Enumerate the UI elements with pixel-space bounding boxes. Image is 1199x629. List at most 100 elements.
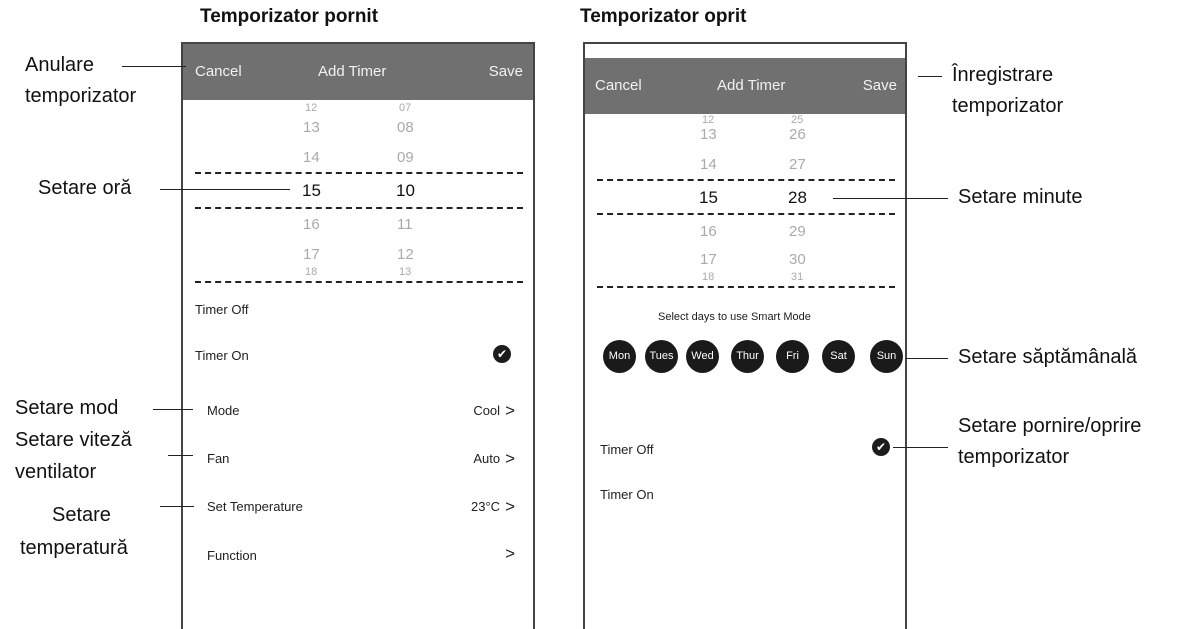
header-title: Add Timer [717, 77, 786, 94]
check-icon: ✔ [493, 345, 511, 363]
temperature-value[interactable]: 23°C > [471, 497, 515, 517]
day-mon-button[interactable]: Mon [603, 340, 636, 373]
minute-selected[interactable]: 10 [396, 181, 415, 201]
minute-option[interactable]: 29 [789, 223, 806, 240]
hour-option[interactable]: 18 [305, 266, 317, 278]
minute-selected[interactable]: 28 [788, 188, 807, 208]
phone-screen-timer-off: Cancel Add Timer Save 12 13 14 15 16 17 … [583, 42, 907, 629]
minute-option[interactable]: 13 [399, 266, 411, 278]
hour-option[interactable]: 18 [702, 271, 714, 283]
callout-mode: Setare mod [15, 397, 119, 419]
callout-onoff-2: temporizator [958, 446, 1070, 468]
timer-off-option[interactable]: Timer Off [195, 302, 248, 317]
day-thur-button[interactable]: Thur [731, 340, 764, 373]
callout-cancel-2: temporizator [25, 84, 136, 108]
temperature-value-text: 23°C [471, 499, 501, 514]
minute-option[interactable]: 26 [789, 126, 806, 143]
cancel-button[interactable]: Cancel [595, 77, 642, 94]
minute-option[interactable]: 25 [791, 114, 803, 126]
timer-off-option[interactable]: Timer Off [600, 442, 653, 457]
leader-line [893, 447, 948, 448]
hour-selected[interactable]: 15 [302, 181, 321, 201]
minute-option[interactable]: 09 [397, 149, 414, 166]
callout-save-2: temporizator [952, 95, 1064, 117]
leader-line [168, 455, 193, 456]
callout-cancel-line2: temporizator [25, 85, 137, 107]
hour-option[interactable]: 14 [303, 149, 320, 166]
mode-value-text: Cool [473, 403, 501, 418]
callout-cancel-line1: Anulare [25, 54, 94, 76]
callout-fan-2: ventilator [15, 461, 97, 483]
title-timer-off: Temporizator oprit [580, 6, 747, 27]
leader-line [918, 76, 942, 77]
minute-option[interactable]: 08 [397, 119, 414, 136]
callout-temp-1: Setare [52, 504, 111, 526]
day-tues-button[interactable]: Tues [645, 340, 678, 373]
chevron-right-icon: > [505, 544, 515, 563]
cancel-button[interactable]: Cancel [195, 63, 242, 80]
function-label[interactable]: Function [207, 548, 257, 563]
hour-option[interactable]: 16 [700, 223, 717, 240]
leader-line [153, 409, 193, 410]
hour-option[interactable]: 14 [700, 156, 717, 173]
save-button[interactable]: Save [863, 77, 897, 94]
check-icon: ✔ [872, 438, 890, 456]
phone-screen-timer-on: Cancel Add Timer Save 12 13 14 15 16 17 … [181, 42, 535, 629]
function-chevron[interactable]: > [500, 544, 515, 564]
hour-option[interactable]: 12 [702, 114, 714, 126]
day-sat-button[interactable]: Sat [822, 340, 855, 373]
fan-label[interactable]: Fan [207, 451, 229, 466]
header-title: Add Timer [318, 63, 387, 80]
fan-value-text: Auto [473, 451, 501, 466]
minute-option[interactable]: 31 [791, 271, 803, 283]
hour-selected[interactable]: 15 [699, 188, 718, 208]
leader-line [122, 66, 186, 67]
save-button[interactable]: Save [489, 63, 523, 80]
minute-option[interactable]: 11 [397, 216, 413, 233]
mode-label[interactable]: Mode [207, 403, 240, 418]
mode-value[interactable]: Cool > [473, 401, 515, 421]
callout-cancel: Anulare [25, 53, 94, 77]
hour-option[interactable]: 12 [305, 102, 317, 114]
hour-option[interactable]: 13 [303, 119, 320, 136]
callout-save-1: Înregistrare [952, 64, 1054, 86]
minute-option[interactable]: 27 [789, 156, 806, 173]
callout-hour: Setare oră [38, 177, 132, 199]
picker-divider [597, 286, 895, 288]
picker-divider [597, 213, 895, 215]
callout-onoff-1: Setare pornire/oprire [958, 415, 1142, 437]
hour-option[interactable]: 16 [303, 216, 320, 233]
header-bar: Cancel Add Timer Save [183, 44, 533, 100]
fan-value[interactable]: Auto > [473, 449, 515, 469]
chevron-right-icon: > [505, 497, 515, 516]
leader-line [833, 198, 948, 199]
days-caption: Select days to use Smart Mode [658, 311, 811, 323]
chevron-right-icon: > [505, 401, 515, 420]
hour-option[interactable]: 17 [303, 246, 320, 263]
timer-on-option[interactable]: Timer On [195, 348, 249, 363]
chevron-right-icon: > [505, 449, 515, 468]
hour-option[interactable]: 13 [700, 126, 717, 143]
leader-line [160, 189, 290, 190]
picker-divider [195, 281, 523, 283]
minute-option[interactable]: 07 [399, 102, 411, 114]
minute-option[interactable]: 12 [397, 246, 414, 263]
day-wed-button[interactable]: Wed [686, 340, 719, 373]
callout-temp-2: temperatură [20, 537, 128, 559]
day-sun-button[interactable]: Sun [870, 340, 903, 373]
leader-line [160, 506, 194, 507]
header-bar: Cancel Add Timer Save [585, 58, 905, 114]
leader-line [905, 358, 948, 359]
day-fri-button[interactable]: Fri [776, 340, 809, 373]
hour-option[interactable]: 17 [700, 251, 717, 268]
timer-on-option[interactable]: Timer On [600, 487, 654, 502]
callout-fan-1: Setare viteză [15, 429, 132, 451]
minute-option[interactable]: 30 [789, 251, 806, 268]
picker-divider [195, 172, 523, 174]
title-timer-on: Temporizator pornit [200, 6, 379, 27]
callout-minute: Setare minute [958, 186, 1083, 208]
picker-divider [597, 179, 895, 181]
set-temperature-label[interactable]: Set Temperature [207, 499, 303, 514]
callout-weekly: Setare săptămânală [958, 346, 1138, 368]
picker-divider [195, 207, 523, 209]
